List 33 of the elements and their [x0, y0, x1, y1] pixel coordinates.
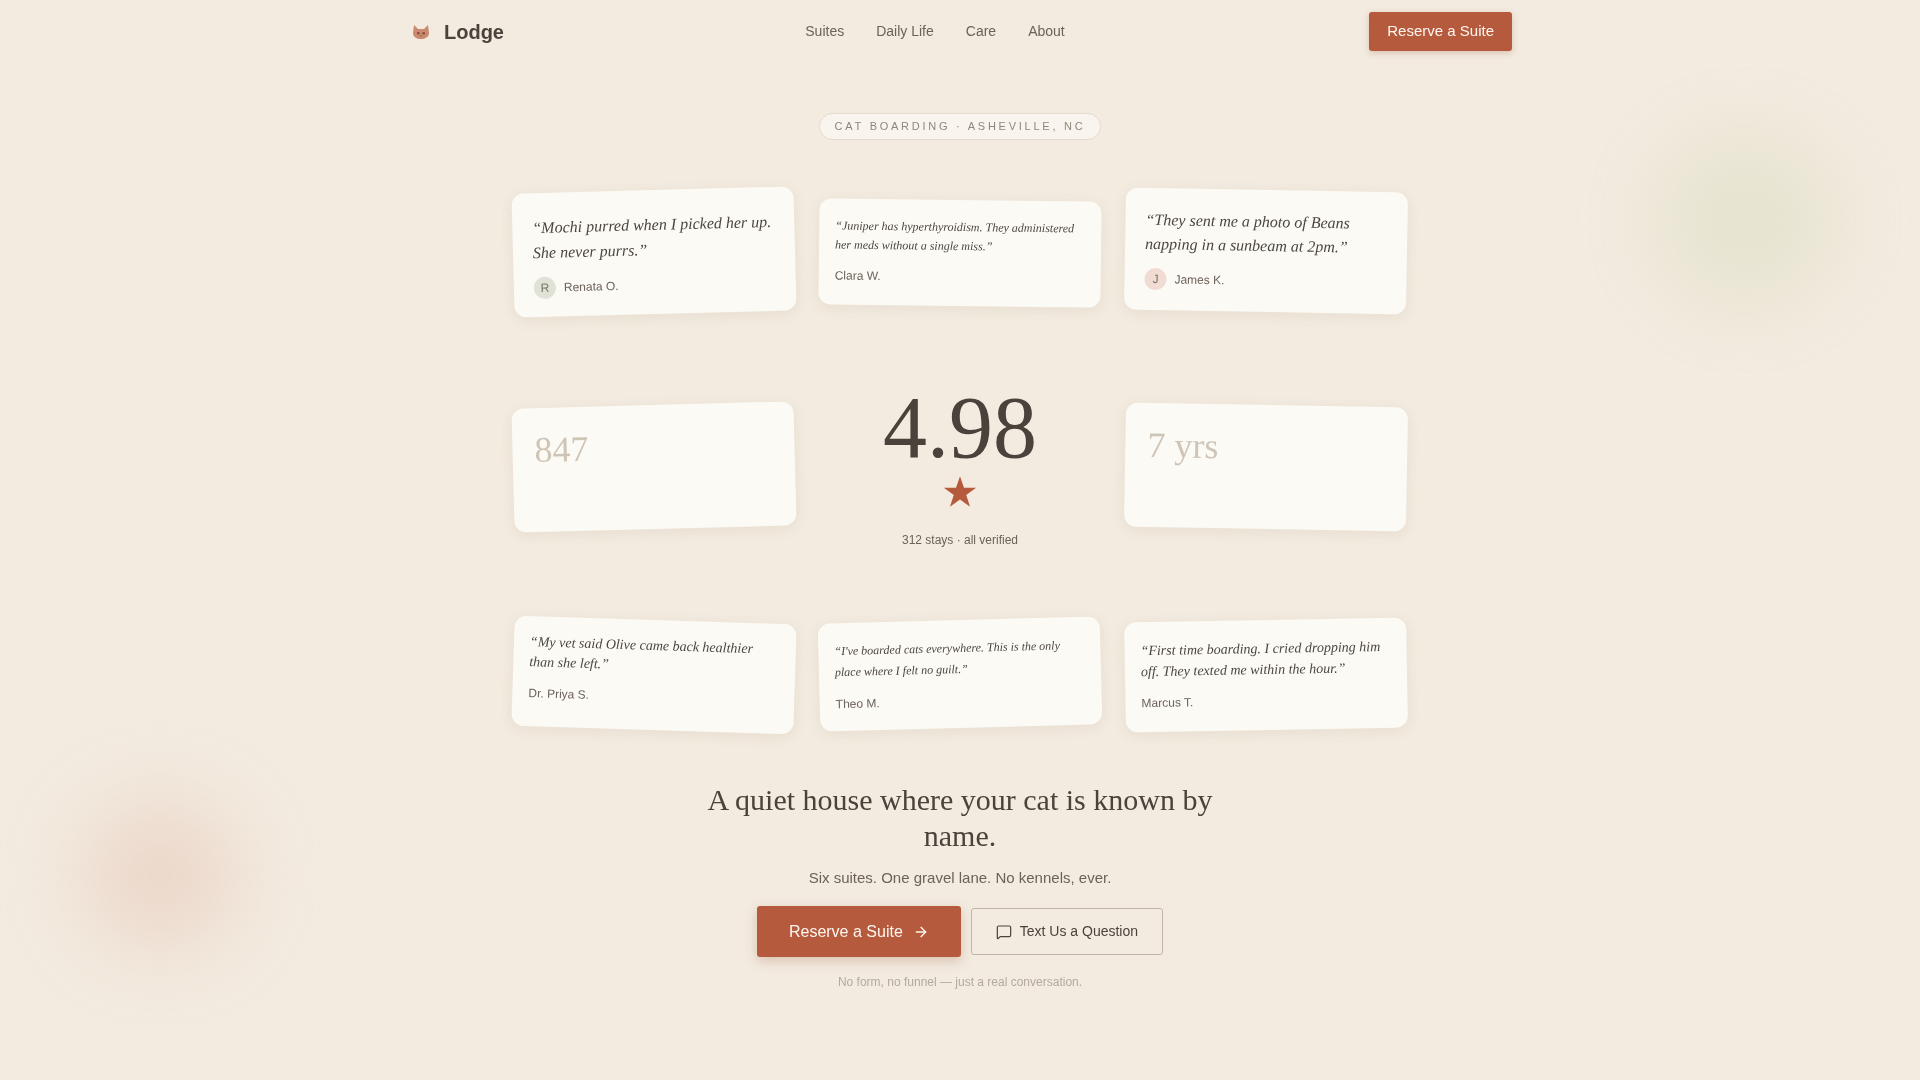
nav-link[interactable]: Care — [965, 21, 997, 42]
reviewer-name: Dr. Priya S. — [528, 685, 590, 704]
chat-bubble-icon — [995, 923, 1012, 940]
reviewer-name: Marcus T. — [1141, 694, 1194, 713]
reviewer-name: Theo M. — [835, 695, 880, 714]
reviewer-name: Clara W. — [834, 267, 881, 286]
hero-heading: A quiet house where your cat is known by name. — [706, 782, 1214, 854]
testimonial-quote: “My vet said Olive came back healthier than she left.” — [529, 633, 755, 674]
text-question-button[interactable]: Text Us a Question — [970, 908, 1164, 955]
testimonial-quote: “I've boarded cats everywhere. This is the only place where I felt no guilt.” — [834, 637, 1062, 682]
avatar-initial: R — [533, 276, 557, 300]
star-icon — [943, 476, 977, 509]
testimonial-quote: “First time boarding. I cried dropping him off. They texted me within the hour.” — [1140, 638, 1382, 682]
avatar-initial: J — [1144, 267, 1167, 291]
nav-link[interactable]: Daily Life — [876, 21, 934, 42]
brand-name[interactable]: Lodge — [444, 16, 504, 47]
reserve-button[interactable]: Reserve a Suite — [1369, 12, 1512, 51]
reviewer-name: Renata O. — [563, 277, 619, 297]
rating-score: 4.98 — [883, 386, 1037, 470]
reserve-button[interactable]: Reserve a Suite — [756, 906, 961, 957]
testimonial-quote: “Juniper has hyperthyroidism. They administered her meds without a single miss.” — [834, 217, 1076, 256]
testimonial-quote: “Mochi purred when I picked her up. She never purrs.” — [532, 211, 773, 264]
hero-note: No form, no funnel — just a real conversation. — [837, 974, 1083, 990]
nav-link[interactable]: About — [1028, 21, 1065, 42]
nav-link[interactable]: Suites — [805, 21, 845, 42]
hero-subheading: Six suites. One gravel lane. No kennels, ever. — [808, 868, 1112, 888]
testimonial-quote: “They sent me a photo of Beans napping in a sunbeam at 2pm.” — [1144, 209, 1352, 258]
cat-head-icon — [412, 24, 430, 39]
stat-value: 7 yrs — [1147, 424, 1219, 467]
location-badge: CAT BOARDING · ASHEVILLE, NC — [818, 113, 1102, 140]
rating-caption: 312 stays · all verified — [901, 532, 1019, 548]
stat-value: 847 — [534, 428, 589, 471]
reviewer-name: James K. — [1174, 271, 1225, 290]
